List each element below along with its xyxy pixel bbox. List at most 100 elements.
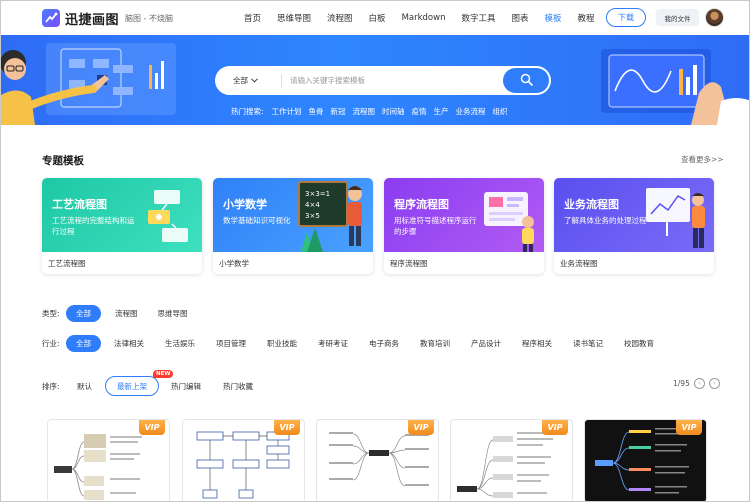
- topic-card-banner: 程序流程图 用标准符号描述程序运行的步骤: [384, 178, 544, 252]
- my-files-button[interactable]: 我的文件: [656, 9, 699, 26]
- sort-option-newest[interactable]: 最新上架 NEW: [105, 370, 174, 396]
- topic-card[interactable]: 3×3=1 4×4 3×5 小学数学 数学基础知识可视化 小学数学: [213, 178, 373, 274]
- hot-keyword[interactable]: 疫情: [412, 106, 427, 117]
- template-thumbnail[interactable]: VIP: [47, 419, 170, 501]
- template-thumbnail[interactable]: VIP: [584, 419, 707, 501]
- template-thumbnail[interactable]: VIP: [182, 419, 305, 501]
- topic-card-banner: 工艺流程图 工艺流程的完整结构和运行过程: [42, 178, 202, 252]
- hot-keyword[interactable]: 流程图: [353, 106, 376, 117]
- nav-item-tutorials[interactable]: 教程: [578, 12, 595, 24]
- industry-option[interactable]: 教育培训: [410, 335, 460, 352]
- hot-keyword[interactable]: 工作计划: [272, 106, 302, 117]
- top-nav: 迅捷画图 脑图 - 不烧脑 首页 思维导图 流程图 白板 Markdown 数字…: [1, 1, 749, 35]
- industry-option[interactable]: 考研考证: [308, 335, 358, 352]
- topic-card-banner: 3×3=1 4×4 3×5 小学数学 数学基础知识可视化: [213, 178, 373, 252]
- business-illustration: [646, 188, 705, 248]
- industry-option[interactable]: 法律相关: [104, 335, 154, 352]
- topic-card-title: 业务流程图: [564, 198, 619, 211]
- topic-card[interactable]: 业务流程图 了解具体业务的处理过程 业务流程图: [554, 178, 714, 274]
- prev-page-icon[interactable]: ‹: [693, 378, 705, 389]
- topic-card-title: 小学数学: [223, 198, 267, 211]
- search-scope-label: 全部: [233, 76, 248, 85]
- industry-filter: 行业: 全部 法律相关 生活娱乐 项目管理 职业技能 考研考证 电子商务 教育培…: [42, 335, 664, 352]
- industry-option[interactable]: 电子商务: [359, 335, 409, 352]
- industry-option[interactable]: 产品设计: [461, 335, 511, 352]
- logo-icon: [42, 9, 60, 27]
- nav-item-markdown[interactable]: Markdown: [402, 13, 446, 23]
- hot-searches-label: 热门搜索:: [231, 107, 264, 116]
- search-bar: 全部: [215, 66, 551, 95]
- sort-option-hot-collect[interactable]: 热门收藏: [223, 381, 253, 392]
- pagination: 1/95 ‹ ›: [673, 378, 720, 389]
- search-divider: [281, 73, 282, 88]
- hot-keyword[interactable]: 新冠: [331, 106, 346, 117]
- hot-keyword[interactable]: 生产: [434, 106, 449, 117]
- industry-option[interactable]: 职业技能: [257, 335, 307, 352]
- hot-keyword[interactable]: 鱼骨: [309, 106, 324, 117]
- banner-illustration-left: [1, 43, 176, 125]
- industry-option[interactable]: 生活娱乐: [155, 335, 205, 352]
- search-icon: [520, 71, 533, 90]
- industry-option[interactable]: 程序相关: [512, 335, 562, 352]
- svg-text:3×5: 3×5: [305, 212, 320, 220]
- industry-option[interactable]: 校园教育: [614, 335, 664, 352]
- hot-searches: 热门搜索: 工作计划 鱼骨 新冠 流程图 时间轴 疫情 生产 业务流程 组织: [231, 106, 515, 117]
- topic-card-title: 程序流程图: [394, 198, 449, 211]
- page: 迅捷画图 脑图 - 不烧脑 首页 思维导图 流程图 白板 Markdown 数字…: [0, 0, 750, 502]
- sort-bar: 排序: 默认 最新上架 NEW 热门编辑 热门收藏: [42, 370, 253, 396]
- new-badge: NEW: [153, 370, 174, 378]
- industry-option[interactable]: 项目管理: [206, 335, 256, 352]
- industry-option[interactable]: 读书笔记: [563, 335, 613, 352]
- topic-card-desc: 用标准符号描述程序运行的步骤: [394, 216, 477, 236]
- vip-badge: VIP: [408, 420, 434, 435]
- type-option-flowchart[interactable]: 流程图: [105, 305, 148, 322]
- hot-keyword[interactable]: 组织: [493, 106, 508, 117]
- type-option-all[interactable]: 全部: [66, 305, 101, 322]
- download-button[interactable]: 下载: [606, 8, 646, 27]
- topic-card[interactable]: 工艺流程图 工艺流程的完整结构和运行过程 工艺流程图: [42, 178, 202, 274]
- type-option-mindmap[interactable]: 思维导图: [148, 305, 198, 322]
- template-thumbnail[interactable]: VIP: [316, 419, 439, 501]
- nav-item-mindmap[interactable]: 思维导图: [277, 12, 311, 24]
- hot-keyword[interactable]: 时间轴: [382, 106, 405, 117]
- logo[interactable]: 迅捷画图 脑图 - 不烧脑: [42, 9, 173, 28]
- avatar[interactable]: [705, 8, 724, 27]
- svg-text:3×3=1: 3×3=1: [305, 190, 330, 198]
- hero-banner: 全部 热门搜索: 工作计划 鱼骨 新冠 流程图 时间轴 疫情 生产 业务流程: [1, 35, 749, 125]
- next-page-icon[interactable]: ›: [708, 378, 720, 389]
- chalkboard-illustration: 3×3=1 4×4 3×5: [298, 181, 362, 252]
- type-filter-label: 类型:: [42, 309, 60, 318]
- industry-option-all[interactable]: 全部: [66, 335, 101, 352]
- topic-card-caption: 小学数学: [219, 259, 249, 268]
- search-button[interactable]: [503, 68, 549, 93]
- search-input[interactable]: [290, 76, 490, 85]
- process-illustration: [148, 190, 188, 242]
- topic-card-banner: 业务流程图 了解具体业务的处理过程: [554, 178, 714, 252]
- hot-keyword[interactable]: 业务流程: [456, 106, 486, 117]
- nav-item-charts[interactable]: 图表: [511, 12, 528, 24]
- banner-illustration-right: [601, 49, 749, 125]
- nav-item-templates[interactable]: 模板: [545, 12, 562, 24]
- nav-item-flowchart[interactable]: 流程图: [327, 12, 353, 24]
- search-scope-select[interactable]: 全部: [233, 75, 277, 86]
- vip-badge: VIP: [139, 420, 165, 435]
- vip-badge: VIP: [274, 420, 300, 435]
- nav-item-home[interactable]: 首页: [244, 12, 261, 24]
- page-indicator: 1/95: [673, 379, 690, 388]
- template-thumbnail[interactable]: VIP: [450, 419, 573, 501]
- sort-option-hot-edit[interactable]: 热门编辑: [171, 381, 201, 392]
- topic-card-caption: 程序流程图: [390, 259, 428, 268]
- industry-filter-label: 行业:: [42, 339, 60, 348]
- vip-badge: VIP: [676, 420, 702, 435]
- chevron-down-icon: [251, 76, 258, 85]
- topic-card[interactable]: 程序流程图 用标准符号描述程序运行的步骤 程序流程图: [384, 178, 544, 274]
- main-nav: 首页 思维导图 流程图 白板 Markdown 数字工具 图表 模板 教程: [244, 1, 595, 35]
- nav-item-whiteboard[interactable]: 白板: [369, 12, 386, 24]
- program-illustration: [484, 192, 534, 252]
- sort-option-newest-label: 最新上架: [117, 381, 147, 391]
- see-more-link[interactable]: 查看更多>>: [681, 154, 724, 165]
- brand-name: 迅捷画图: [65, 12, 120, 28]
- vip-badge: VIP: [542, 420, 568, 435]
- sort-option-default[interactable]: 默认: [77, 381, 105, 392]
- nav-item-math-tools[interactable]: 数字工具: [461, 12, 495, 24]
